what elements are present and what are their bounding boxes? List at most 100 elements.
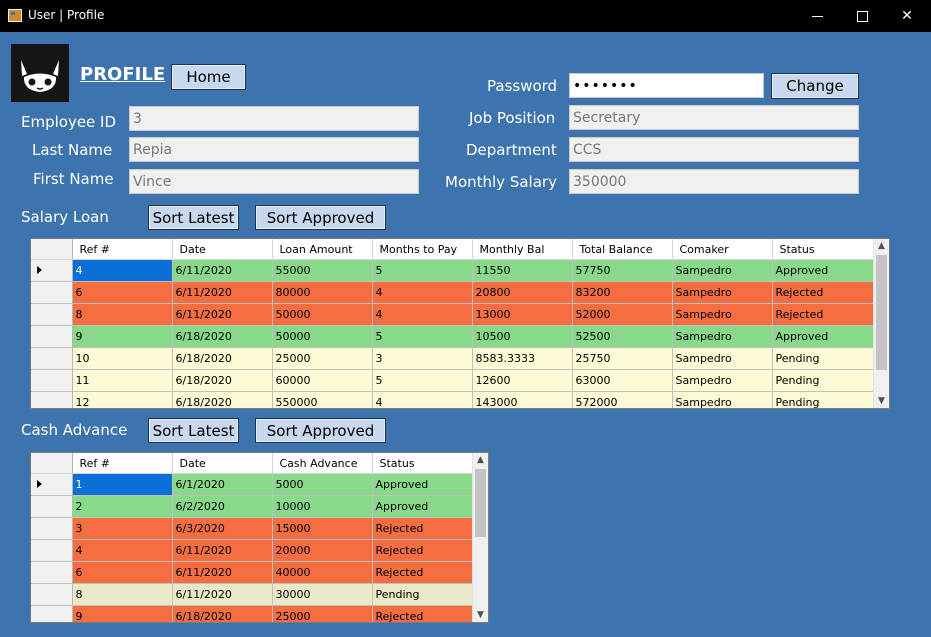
column-header[interactable]: Status — [772, 239, 875, 260]
table-row[interactable]: 3 6/3/2020 15000 Rejected — [31, 517, 474, 540]
password-field[interactable]: ••••••• — [569, 73, 764, 98]
table-cell[interactable]: 5 — [372, 369, 473, 392]
table-cell[interactable]: Sampedro — [672, 347, 773, 370]
table-cell[interactable]: 3 — [72, 517, 173, 540]
table-cell[interactable]: Pending — [772, 347, 875, 370]
table-row[interactable]: 12 6/18/2020 550000 4 143000 572000 Sampedro Pe… — [31, 391, 875, 408]
salary-loan-sort-latest-button[interactable]: Sort Latest — [148, 205, 239, 230]
table-cell[interactable]: 3 — [372, 347, 473, 370]
salary-loan-sort-approved-button[interactable]: Sort Approved — [255, 205, 386, 230]
table-cell[interactable]: 57750 — [572, 259, 673, 282]
job-position-field[interactable]: Secretary — [569, 105, 859, 130]
close-button[interactable]: ✕ — [884, 0, 930, 32]
table-cell[interactable]: 6/18/2020 — [172, 605, 273, 622]
chevron-up-icon[interactable]: ▲ — [874, 239, 889, 253]
table-cell[interactable]: 30000 — [272, 583, 373, 606]
table-cell[interactable]: 5000 — [272, 473, 373, 496]
table-cell[interactable]: Rejected — [372, 539, 474, 562]
cash-advance-sort-approved-button[interactable]: Sort Approved — [255, 418, 386, 443]
table-row[interactable]: 8 6/11/2020 30000 Pending — [31, 583, 474, 606]
table-cell[interactable]: 25750 — [572, 347, 673, 370]
table-cell[interactable]: 10 — [72, 347, 173, 370]
change-password-button[interactable]: Change — [771, 73, 859, 99]
table-cell[interactable]: 5 — [372, 259, 473, 282]
column-header[interactable]: Date — [172, 239, 273, 260]
column-header[interactable]: Date — [172, 453, 273, 474]
table-cell[interactable]: 15000 — [272, 517, 373, 540]
table-cell[interactable]: 25000 — [272, 605, 373, 622]
table-cell[interactable]: Rejected — [372, 517, 474, 540]
table-cell[interactable]: Pending — [772, 369, 875, 392]
table-cell[interactable]: 4 — [372, 281, 473, 304]
table-cell[interactable]: Pending — [372, 583, 474, 606]
table-cell[interactable]: Sampedro — [672, 369, 773, 392]
table-cell[interactable]: 6/3/2020 — [172, 517, 273, 540]
table-cell[interactable]: 60000 — [272, 369, 373, 392]
employee-id-field[interactable]: 3 — [129, 106, 419, 131]
table-row[interactable]: 4 6/11/2020 55000 5 11550 57750 Sampedro Approv… — [31, 259, 875, 282]
column-header[interactable]: Cash Advance — [272, 453, 373, 474]
table-cell[interactable]: 13000 — [472, 303, 573, 326]
table-cell[interactable]: Sampedro — [672, 391, 773, 408]
table-row[interactable]: 4 6/11/2020 20000 Rejected — [31, 539, 474, 562]
table-cell[interactable]: 6/18/2020 — [172, 369, 273, 392]
table-cell[interactable]: 6 — [72, 281, 173, 304]
column-header[interactable]: Status — [372, 453, 474, 474]
row-header[interactable] — [31, 583, 73, 606]
table-cell[interactable]: 572000 — [572, 391, 673, 408]
table-cell[interactable]: 6/11/2020 — [172, 539, 273, 562]
table-cell[interactable]: 50000 — [272, 325, 373, 348]
maximize-button[interactable] — [839, 0, 885, 32]
table-cell[interactable]: Rejected — [772, 303, 875, 326]
table-cell[interactable]: Sampedro — [672, 259, 773, 282]
table-cell[interactable]: 6/1/2020 — [172, 473, 273, 496]
cash-advance-grid[interactable]: Ref # Date Cash Advance Status 1 6/1/2020 500… — [30, 452, 489, 623]
table-cell[interactable]: 50000 — [272, 303, 373, 326]
scroll-thumb[interactable] — [475, 469, 486, 537]
table-cell[interactable]: 11550 — [472, 259, 573, 282]
table-row[interactable]: 6 6/11/2020 80000 4 20800 83200 Sampedro Reject… — [31, 281, 875, 304]
table-cell[interactable]: 20800 — [472, 281, 573, 304]
table-cell[interactable]: 6/11/2020 — [172, 561, 273, 584]
last-name-field[interactable]: Repia — [129, 137, 419, 162]
row-header[interactable] — [31, 391, 73, 408]
table-cell[interactable]: 6 — [72, 561, 173, 584]
table-cell[interactable]: 55000 — [272, 259, 373, 282]
column-header[interactable]: Monthly Bal — [472, 239, 573, 260]
table-cell[interactable]: 8583.3333 — [472, 347, 573, 370]
table-cell[interactable]: Approved — [772, 325, 875, 348]
row-header[interactable] — [31, 369, 73, 392]
row-header[interactable] — [31, 281, 73, 304]
row-header[interactable] — [31, 473, 73, 496]
table-cell[interactable]: 6/18/2020 — [172, 391, 273, 408]
row-header[interactable] — [31, 325, 73, 348]
table-cell[interactable]: 5 — [372, 325, 473, 348]
column-header[interactable]: Total Balance — [572, 239, 673, 260]
table-cell[interactable]: Sampedro — [672, 325, 773, 348]
table-cell[interactable]: 6/2/2020 — [172, 495, 273, 518]
table-cell[interactable]: 6/11/2020 — [172, 303, 273, 326]
table-cell[interactable]: 9 — [72, 325, 173, 348]
table-row[interactable]: 11 6/18/2020 60000 5 12600 63000 Sampedro Pendi… — [31, 369, 875, 392]
table-cell[interactable]: 4 — [372, 391, 473, 408]
row-header[interactable] — [31, 303, 73, 326]
row-header[interactable] — [31, 517, 73, 540]
table-row[interactable]: 9 6/18/2020 50000 5 10500 52500 Sampedro Approv… — [31, 325, 875, 348]
table-cell[interactable]: 550000 — [272, 391, 373, 408]
table-cell[interactable]: 4 — [72, 259, 173, 282]
table-cell[interactable]: 12 — [72, 391, 173, 408]
row-header[interactable] — [31, 259, 73, 282]
row-header[interactable] — [31, 347, 73, 370]
column-header[interactable]: Ref # — [72, 453, 173, 474]
home-button[interactable]: Home — [171, 64, 246, 90]
table-cell[interactable]: 20000 — [272, 539, 373, 562]
table-row[interactable]: 10 6/18/2020 25000 3 8583.3333 25750 Sampedro P… — [31, 347, 875, 370]
table-cell[interactable]: 40000 — [272, 561, 373, 584]
table-cell[interactable]: 6/11/2020 — [172, 259, 273, 282]
table-cell[interactable]: 8 — [72, 583, 173, 606]
table-cell[interactable]: 10000 — [272, 495, 373, 518]
table-cell[interactable]: 83200 — [572, 281, 673, 304]
row-header[interactable] — [31, 495, 73, 518]
table-cell[interactable]: 10500 — [472, 325, 573, 348]
table-cell[interactable]: Sampedro — [672, 303, 773, 326]
